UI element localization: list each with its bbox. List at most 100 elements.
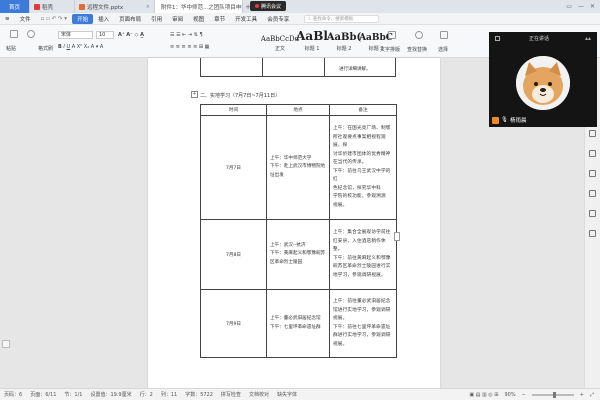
text-layout-icon[interactable] [388,31,396,39]
zoom-in-icon[interactable]: + [580,392,584,398]
align-buttons[interactable]: ≡ ≡ ≡ ≡ ≡ ⊞ ▦ [170,44,209,50]
table-resize-handle[interactable] [394,232,400,241]
tab-docer-label: 稻壳 [42,4,54,11]
toolbar-quick-icons[interactable]: ▫ ▫ ↶ ↷ ▾ [36,16,72,22]
style-heading-1-preview: AaBl [296,29,328,43]
missing-font-button[interactable]: 缺失字体 [273,391,301,398]
style-gallery: AaBbCcDd 正文 AaBl 标题 1 AaBb( 标题 2 AaBbC 标… [261,29,393,52]
tab-ppt-label: 远程文件.pptx [87,4,124,11]
navigation-pane-icon[interactable] [2,340,10,348]
tab-ppt-file[interactable]: 远程文件.pptx × [75,0,155,13]
style-heading-2[interactable]: AaBb( 标题 2 [327,32,361,52]
zoom-slider[interactable] [531,391,574,398]
menu-review[interactable]: 审阅 [167,15,188,23]
user-badge-icon [492,116,499,124]
tab-current-doc[interactable]: 附件1：华中师范...之团队项目申报书 × [155,0,243,13]
menu-member[interactable]: 会员专享 [262,15,294,23]
ppt-icon [79,3,85,10]
table-cell [201,58,263,76]
paste-label: 粘贴 [6,46,17,52]
format-painter-label[interactable]: 格式刷 [38,45,53,52]
note-line: 红安县，入住酒店稍作休整。 [333,238,386,253]
menu-references[interactable]: 引用 [146,15,167,23]
status-word-count[interactable]: 字数：5722 [181,391,217,398]
view-mode-icons[interactable]: ▣ ▤ ▥ ◎ ⊞ [469,392,498,398]
select-icon[interactable] [440,31,448,39]
note-line: 馆进行实地学习，参观调研 [333,307,391,313]
expand-icon[interactable] [495,36,500,41]
backup-icon[interactable] [589,190,596,197]
close-icon[interactable]: × [146,4,150,10]
table-move-handle-icon[interactable]: + [191,91,198,98]
status-bar: 页码：6 页面：6/11 节：1/1 设置值：19.9厘米 行：2 列：11 字… [0,388,600,400]
select-label[interactable]: 选择 [438,46,448,53]
note-line: 群进行实地学习，参观调研 [333,333,391,338]
mic-icon: 🎙 [501,117,508,123]
content-line: 上午：华中师范大学 [270,155,312,161]
paragraph-buttons[interactable]: ☰ ☰ ⇤ ⇥ ⇅ ¶ [170,32,203,38]
zoom-level[interactable]: 90% [504,392,515,398]
meeting-video-panel[interactable]: 正在讲话 ▴▴ 🎙 杨雨晨 [489,32,597,127]
content-line: 上午：武汉--抗济 [270,242,306,248]
pen-icon[interactable] [589,130,596,137]
find-replace-label[interactable]: 查找替换 [407,46,427,53]
status-pages[interactable]: 页面：6/11 [26,391,60,398]
menu-start[interactable]: 开始 [72,13,94,24]
fit-page-icon[interactable]: ⤢ [590,392,594,398]
menu-bar: ≡ 文件 ▫ ▫ ↶ ↷ ▾ 开始 插入 页面布局 引用 审阅 视图 章节 开发… [0,13,600,25]
note-line: 视展。 [333,341,348,347]
menu-insert[interactable]: 插入 [93,15,114,23]
avatar [516,56,570,110]
paste-icon[interactable] [10,30,18,38]
zoom-slider-knob[interactable] [552,391,556,398]
content-line: 下午：黄麻起义和鄂豫皖苏 [270,251,326,257]
format-buttons[interactable]: B I U A X² X₂ A ▾ A [58,44,103,50]
minimize-icon[interactable]: — [578,3,584,10]
menu-page-layout[interactable]: 页面布局 [114,15,146,23]
schedule-table[interactable]: 时间 地点 备注 7月7日 上午：华中师范大学 下午：赴上武汉市博物院地 址出发… [200,104,397,358]
tools-icon[interactable] [589,150,596,157]
style-heading-1[interactable]: AaBl 标题 1 [296,29,328,52]
hamburger-icon[interactable]: ≡ [0,16,15,22]
zoom-out-icon[interactable]: − [522,392,526,398]
signal-icon: ▴▴ [584,35,591,42]
font-size-select[interactable]: 10 [96,31,114,39]
document-page[interactable]: 进行详细讲解。 + 二、实地学习（7月7日~7月11日） 时间 地点 备注 7月… [148,58,440,388]
note-line: 上午：前往董必武旧居纪念 [333,299,391,304]
location-icon[interactable] [589,230,596,237]
font-name-select[interactable]: 宋体 [58,31,93,39]
doc-check-button[interactable]: 文档校对 [245,391,273,398]
share-icon[interactable] [589,170,596,177]
row-content: 上午：董必武旧居纪念馆 下午：七里坪革命遗址群 [266,289,330,358]
help-icon[interactable] [589,210,596,217]
view-controls: ▣ ▤ ▥ ◎ ⊞ 90% − + ⤢ [469,391,600,398]
restore-icon[interactable]: ▭ [566,3,572,10]
title-bar: 首页 稻壳 远程文件.pptx × 附件1：华中师范...之团队项目申报书 × … [0,0,600,13]
video-footer: 🎙 杨雨晨 [492,116,527,124]
tab-home[interactable]: 首页 [0,0,30,13]
meeting-recording-badge[interactable]: 腾讯会议 [250,1,287,11]
header-location: 地点 [266,104,330,116]
content-line: 址出发 [270,172,284,178]
close-window-icon[interactable]: ✕ [590,3,595,10]
status-page[interactable]: 页码：6 [0,391,26,398]
menu-file[interactable]: 文件 [15,15,36,23]
menu-developer[interactable]: 开发工具 [230,15,262,23]
text-layout-label[interactable]: 文字排版 [380,46,400,53]
find-replace-icon[interactable] [415,31,423,39]
command-search[interactable]: ⌕ 查找命令、搜索模板 [304,14,380,23]
note-line: 讨华侨建市团体的优秀精神 [333,151,391,157]
row-content: 上午：武汉--抗济 下午：黄麻起义和鄂豫皖苏 区革命烈士陵园 [266,219,330,290]
style-normal[interactable]: AaBbCcDd 正文 [261,35,299,52]
note-line: 视展。 [333,316,348,321]
spell-check-toggle[interactable]: 拼写检查 [217,391,245,398]
menu-section[interactable]: 章节 [209,15,230,23]
recording-dot-icon [255,4,259,8]
tab-docer[interactable]: 稻壳 [30,0,75,13]
menu-view[interactable]: 视图 [188,15,209,23]
grow-font-icon[interactable]: A⁺ A⁻ ◇ A̲ [118,32,144,38]
table-cell [263,58,325,76]
cut-icon[interactable] [27,30,35,38]
row-date: 7月8日 [200,219,267,290]
content-line: 区革命烈士陵园 [270,259,303,265]
